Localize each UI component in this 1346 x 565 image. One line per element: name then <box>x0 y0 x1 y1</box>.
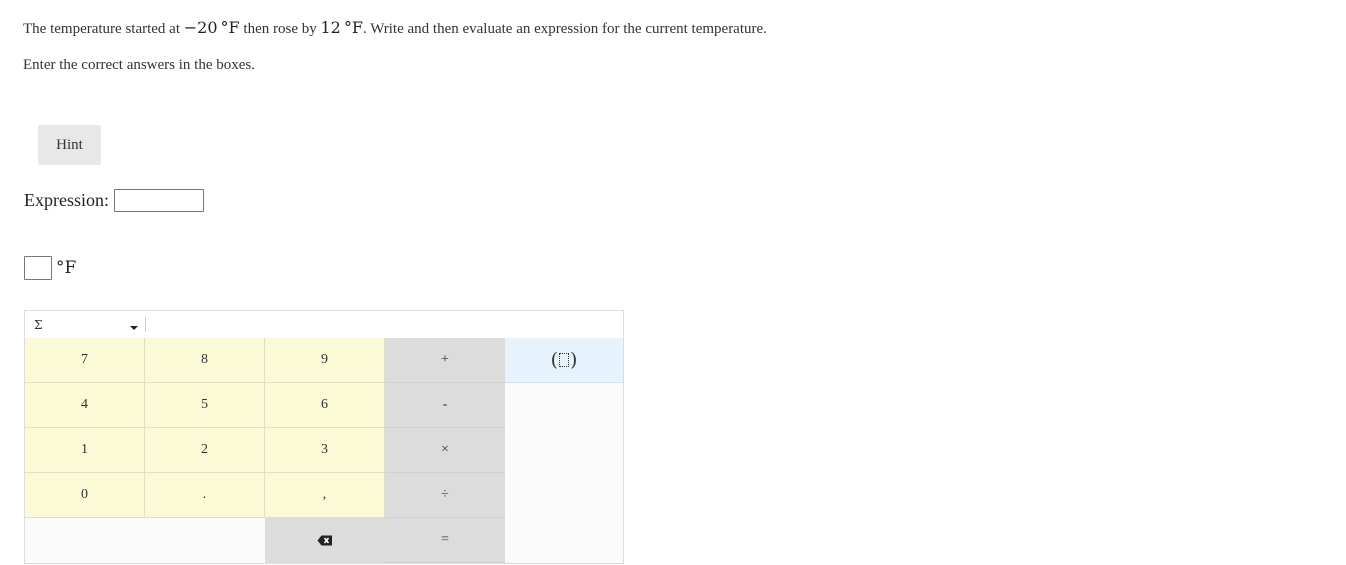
chevron-down-icon <box>130 326 138 330</box>
key-9[interactable]: 9 <box>265 338 385 383</box>
key-equals[interactable]: = <box>385 518 505 563</box>
expression-row: Expression: <box>24 189 204 212</box>
key-plus[interactable]: + <box>385 338 505 383</box>
key-2[interactable]: 2 <box>145 428 265 473</box>
question-part-2: then rose by <box>239 21 321 37</box>
key-divide[interactable]: ÷ <box>385 473 505 518</box>
empty-key-slot <box>145 518 265 563</box>
key-6[interactable]: 6 <box>265 383 385 428</box>
key-8[interactable]: 8 <box>145 338 265 383</box>
key-minus[interactable]: - <box>385 383 505 428</box>
key-times[interactable]: × <box>385 428 505 473</box>
key-comma[interactable]: , <box>265 473 385 518</box>
header-divider <box>145 317 146 332</box>
keypad-header: Σ <box>25 311 623 339</box>
question-part-1: The temperature started at <box>23 21 184 37</box>
expression-label: Expression: <box>24 190 109 210</box>
empty-key-slot <box>505 518 623 563</box>
parentheses-icon: () <box>550 349 578 371</box>
key-1[interactable]: 1 <box>25 428 145 473</box>
temperature-rise: 12 <box>320 18 341 37</box>
key-backspace[interactable] <box>265 518 385 563</box>
keypad-grid: 7 8 9 + () 4 5 6 - 1 2 3 × 0 . , ÷ = <box>25 338 623 563</box>
answer-row: °F <box>24 256 76 280</box>
backspace-icon <box>317 535 332 546</box>
expression-input[interactable] <box>114 189 204 212</box>
empty-key-slot <box>25 518 145 563</box>
empty-key-slot <box>505 428 623 473</box>
start-temperature-unit: °F <box>220 18 240 37</box>
question-text: The temperature started at −20 °F then r… <box>23 18 767 38</box>
sigma-icon: Σ <box>34 317 43 332</box>
temperature-answer-input[interactable] <box>24 256 52 280</box>
empty-key-slot <box>505 473 623 518</box>
temperature-rise-unit: °F <box>343 18 363 37</box>
key-decimal[interactable]: . <box>145 473 265 518</box>
question-part-3: . Write and then evaluate an expression … <box>362 21 767 37</box>
key-5[interactable]: 5 <box>145 383 265 428</box>
instructions-text: Enter the correct answers in the boxes. <box>23 57 255 73</box>
key-0[interactable]: 0 <box>25 473 145 518</box>
key-parentheses[interactable]: () <box>505 338 623 383</box>
palette-dropdown[interactable]: Σ <box>25 311 145 338</box>
question-page: The temperature started at −20 °F then r… <box>0 0 1346 565</box>
hint-button[interactable]: Hint <box>38 125 101 165</box>
key-7[interactable]: 7 <box>25 338 145 383</box>
answer-unit: °F <box>56 258 77 278</box>
key-4[interactable]: 4 <box>25 383 145 428</box>
key-3[interactable]: 3 <box>265 428 385 473</box>
start-temperature: −20 <box>183 18 218 37</box>
empty-key-slot <box>505 383 623 428</box>
math-keypad: Σ 7 8 9 + () 4 5 6 - 1 2 3 × 0 . , ÷ = <box>24 310 624 564</box>
